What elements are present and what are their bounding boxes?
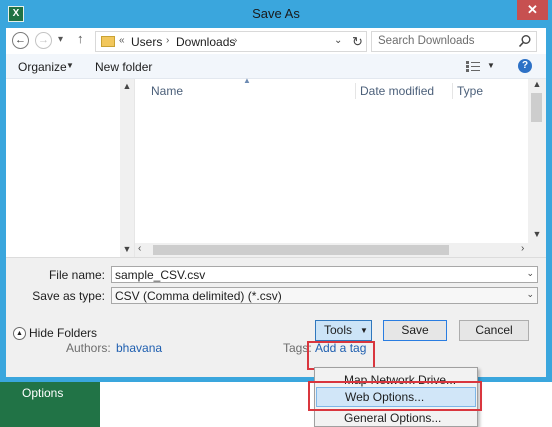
chevron-down-icon[interactable]: ▼	[487, 61, 495, 70]
save-as-type-value[interactable]: CSV (Comma delimited) (*.csv)	[115, 289, 282, 303]
options-menu-item[interactable]: Options	[22, 386, 63, 400]
file-details-panel: File name: sample_CSV.csv ⌄ Save as type…	[6, 257, 546, 377]
column-separator[interactable]	[452, 83, 453, 99]
chevron-down-icon: ▼	[360, 326, 368, 335]
web-options-highlight-box	[308, 381, 482, 411]
refresh-icon[interactable]: ↻	[352, 34, 363, 50]
scrollbar-thumb[interactable]	[153, 245, 449, 255]
save-as-type-label: Save as type:	[32, 289, 105, 303]
file-name-value[interactable]: sample_CSV.csv	[115, 268, 205, 282]
breadcrumb-downloads[interactable]: Downloads	[176, 35, 235, 49]
close-button[interactable]: ✕	[517, 0, 548, 20]
file-name-field[interactable]: sample_CSV.csv ⌄	[111, 266, 538, 283]
scroll-up-icon[interactable]: ▲	[528, 79, 546, 89]
navigation-pane-scrollbar[interactable]: ▲ ▼	[120, 79, 134, 257]
navigation-pane[interactable]	[6, 79, 134, 257]
navigation-bar: ← → ▾ ↑ « Users › Downloads › ⌄ ↻ Search…	[6, 28, 546, 54]
search-placeholder: Search Downloads	[378, 35, 475, 47]
search-input[interactable]: Search Downloads	[371, 31, 537, 52]
new-folder-button[interactable]: New folder	[95, 60, 152, 74]
column-header-date-modified[interactable]: Date modified	[360, 84, 434, 98]
recent-locations-icon[interactable]: ▾	[58, 34, 63, 45]
chevron-down-icon[interactable]: ⌄	[526, 289, 534, 300]
collapse-up-icon[interactable]: ▲	[13, 327, 26, 340]
sort-indicator-icon: ▲	[243, 76, 251, 85]
folder-icon	[101, 36, 115, 47]
column-header-type[interactable]: Type	[457, 84, 483, 98]
scroll-left-icon[interactable]: ‹	[138, 243, 141, 254]
scroll-down-icon[interactable]: ▼	[120, 244, 134, 254]
scrollbar-thumb[interactable]	[531, 93, 542, 122]
address-bar[interactable]: « Users › Downloads › ⌄ ↻	[95, 31, 367, 52]
save-as-type-select[interactable]: CSV (Comma delimited) (*.csv) ⌄	[111, 287, 538, 304]
organize-button[interactable]: Organize	[18, 60, 67, 74]
scroll-down-icon[interactable]: ▼	[528, 229, 546, 239]
tools-label: Tools	[324, 323, 353, 337]
back-button[interactable]: ←	[12, 32, 29, 49]
help-icon[interactable]: ?	[518, 59, 532, 73]
file-list-vertical-scrollbar[interactable]: ▲ ▼	[528, 79, 546, 243]
breadcrumb-overflow[interactable]: «	[119, 35, 125, 46]
save-button[interactable]: Save	[383, 320, 447, 341]
hide-folders-button[interactable]: Hide Folders	[29, 326, 97, 340]
chevron-down-icon[interactable]: ⌄	[526, 268, 534, 279]
chevron-right-icon[interactable]: ›	[166, 35, 169, 46]
breadcrumb-users[interactable]: Users	[131, 35, 162, 49]
scroll-up-icon[interactable]: ▲	[120, 81, 134, 91]
chevron-down-icon[interactable]: ⌄	[334, 35, 342, 46]
forward-button[interactable]: →	[35, 32, 52, 49]
tools-button[interactable]: Tools ▼	[315, 320, 372, 341]
tools-highlight-box	[307, 341, 375, 370]
view-options-icon[interactable]	[466, 61, 480, 72]
chevron-down-icon[interactable]: ▼	[66, 61, 74, 70]
file-list[interactable]: ▲ Name Date modified Type	[135, 76, 532, 257]
dialog-title: Save As	[252, 6, 300, 21]
scrollbar-corner	[532, 243, 546, 257]
column-header-name[interactable]: Name	[151, 84, 183, 98]
command-bar: Organize ▼ New folder ▼ ?	[6, 54, 546, 79]
up-arrow-icon[interactable]: ↑	[77, 31, 84, 46]
title-bar[interactable]: X Save As ✕	[0, 0, 552, 28]
column-separator[interactable]	[355, 83, 356, 99]
authors-label: Authors:	[66, 341, 111, 355]
chevron-right-icon[interactable]: ›	[234, 35, 237, 46]
file-name-label: File name:	[48, 268, 105, 282]
search-icon[interactable]	[518, 34, 532, 48]
cancel-button[interactable]: Cancel	[459, 320, 529, 341]
file-list-horizontal-scrollbar[interactable]: ‹ ›	[135, 243, 532, 257]
authors-value[interactable]: bhavana	[116, 341, 162, 355]
scroll-right-icon[interactable]: ›	[521, 243, 524, 254]
